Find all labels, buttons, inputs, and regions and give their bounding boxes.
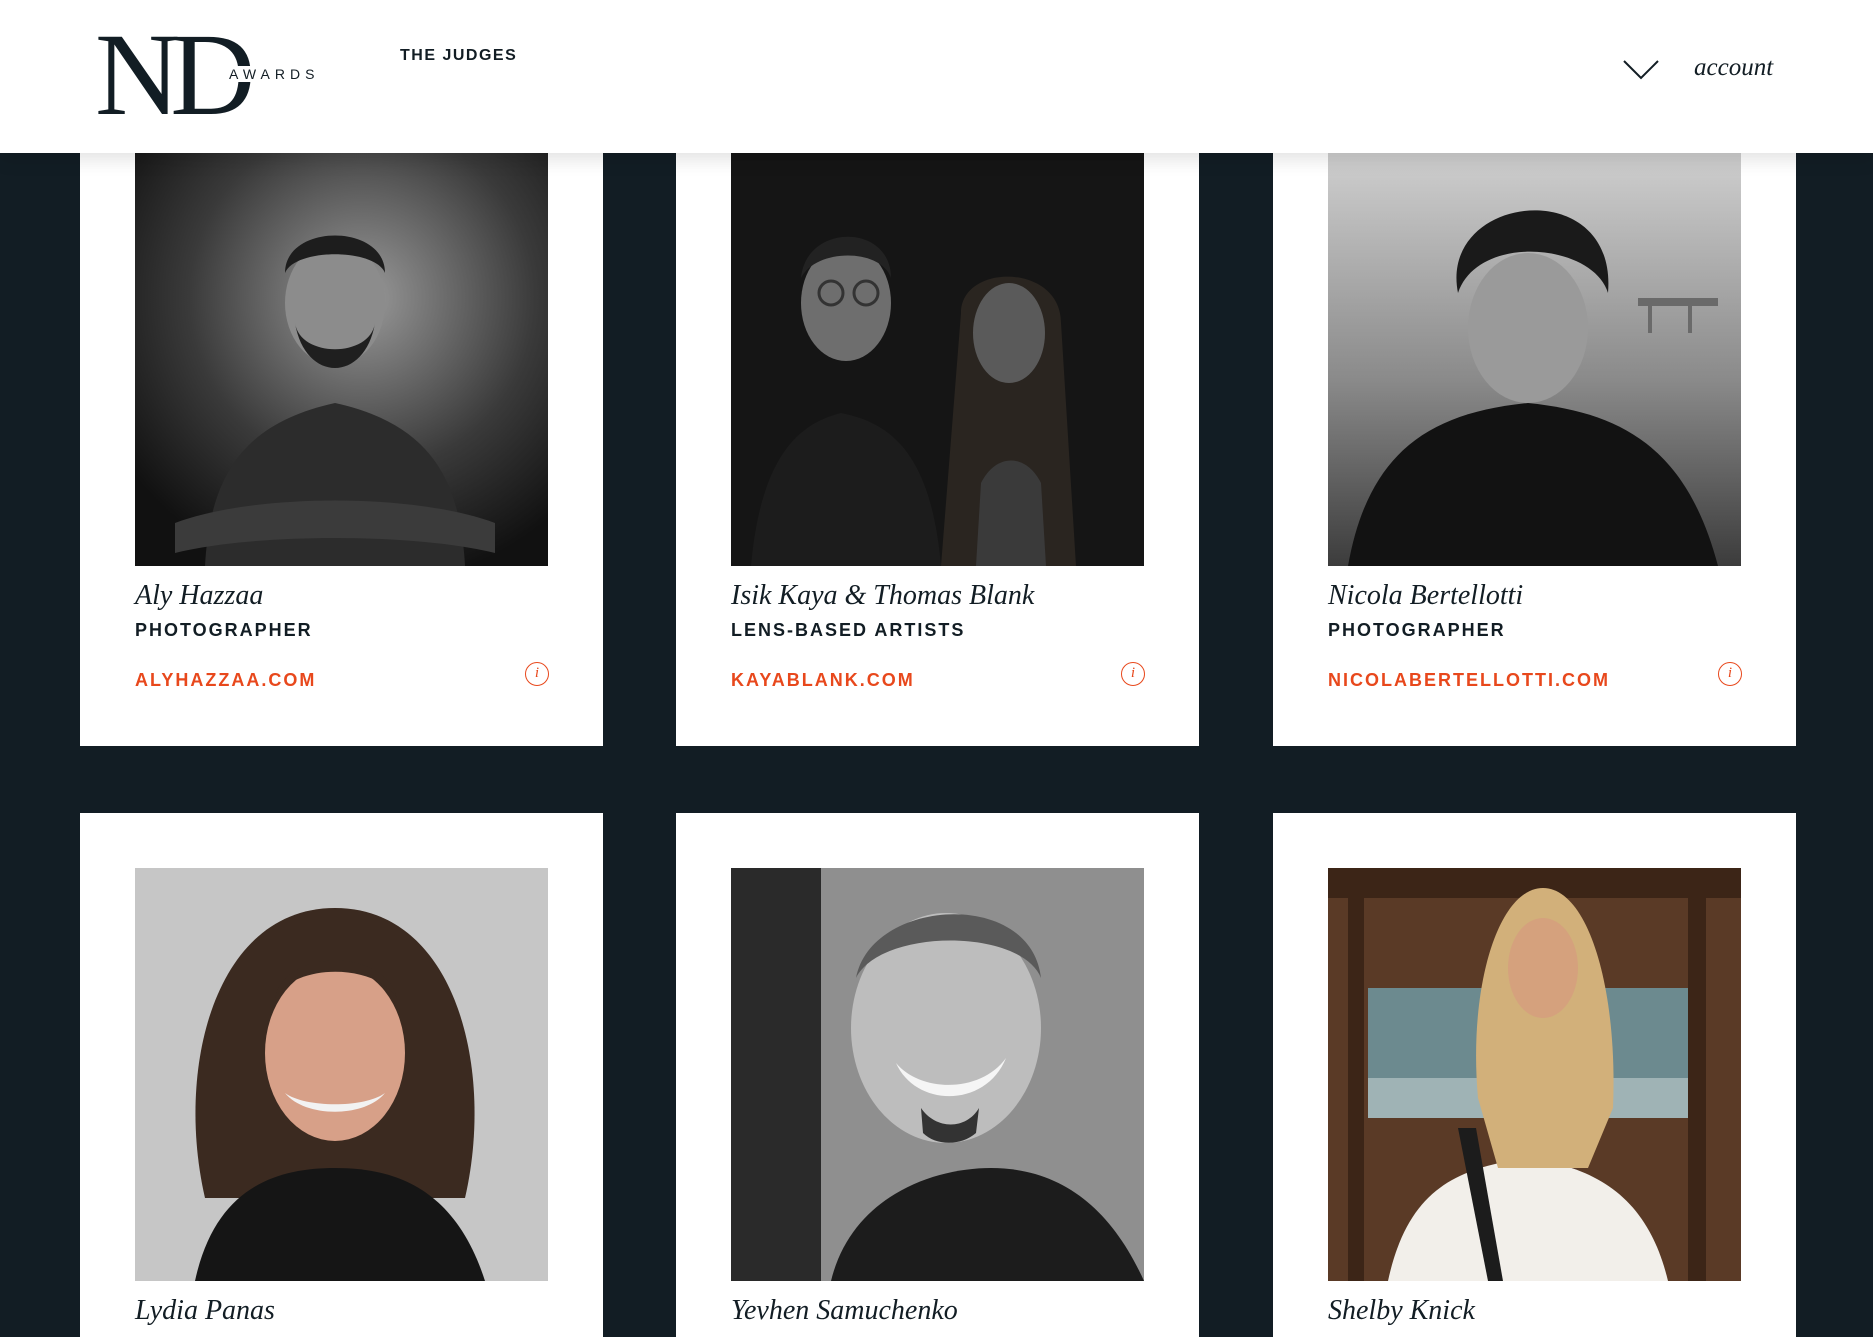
judge-name: Yevhen Samuchenko [731, 1295, 958, 1326]
judge-photo [731, 868, 1144, 1281]
judge-card-lydia-panas[interactable]: Lydia Panas [80, 813, 603, 1337]
nd-awards-logo[interactable]: ND AWARDS [95, 16, 335, 134]
nav-the-judges[interactable]: THE JUDGES [400, 47, 517, 65]
judge-name: Shelby Knick [1328, 1295, 1475, 1326]
judge-card-yevhen-samuchenko[interactable]: Yevhen Samuchenko [676, 813, 1199, 1337]
info-icon[interactable]: i [1121, 662, 1145, 686]
judge-photo [731, 153, 1144, 566]
info-icon[interactable]: i [525, 662, 549, 686]
judge-name: Nicola Bertellotti [1328, 580, 1524, 611]
judge-card-kaya-blank[interactable]: Isik Kaya & Thomas Blank LENS-BASED ARTI… [676, 100, 1199, 746]
judge-name: Lydia Panas [135, 1295, 275, 1326]
judge-role: LENS-BASED ARTISTS [731, 620, 966, 640]
judge-name: Aly Hazzaa [135, 580, 264, 611]
judge-photo [1328, 153, 1741, 566]
logo-awards-text: AWARDS [227, 66, 322, 82]
judge-website-link[interactable]: NICOLABERTELLOTTI.COM [1328, 670, 1610, 691]
judge-photo [1328, 868, 1741, 1281]
info-icon[interactable]: i [1718, 662, 1742, 686]
judge-card-shelby-knick[interactable]: Shelby Knick [1273, 813, 1796, 1337]
judge-role: PHOTOGRAPHER [1328, 620, 1506, 640]
judge-website-link[interactable]: KAYABLANK.COM [731, 670, 915, 691]
judge-card-aly-hazzaa[interactable]: Aly Hazzaa PHOTOGRAPHER ALYHAZZAA.COM i [80, 100, 603, 746]
judge-card-nicola-bertellotti[interactable]: Nicola Bertellotti PHOTOGRAPHER NICOLABE… [1273, 100, 1796, 746]
judge-photo [135, 153, 548, 566]
judge-website-link[interactable]: ALYHAZZAA.COM [135, 670, 316, 691]
logo-letters: ND [95, 9, 255, 140]
judge-name: Isik Kaya & Thomas Blank [731, 580, 1035, 611]
chevron-down-icon[interactable] [1622, 58, 1660, 82]
account-link[interactable]: account [1694, 54, 1773, 82]
judge-photo [135, 868, 548, 1281]
site-header: ND AWARDS THE JUDGES account [0, 0, 1873, 153]
judge-role: PHOTOGRAPHER [135, 620, 313, 640]
